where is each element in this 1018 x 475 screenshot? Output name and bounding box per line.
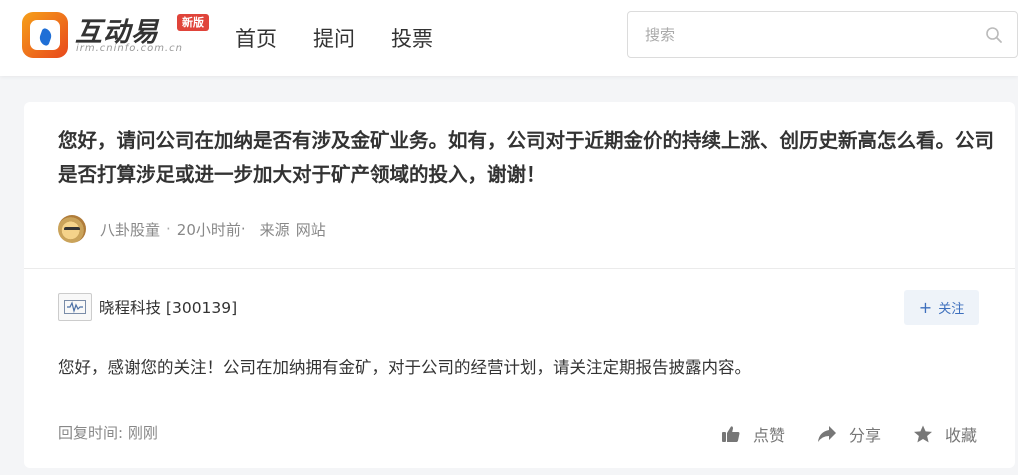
question-meta: 八卦股童 · 20小时前 · 来源 网站 — [58, 215, 326, 243]
follow-label: 关注 — [938, 302, 965, 317]
source-label: 来源 — [259, 220, 290, 239]
site-logo[interactable] — [22, 12, 68, 58]
answer-text: 您好，感谢您的关注！公司在加纳拥有金矿，对于公司的经营计划，请关注定期报告披露内… — [58, 358, 751, 377]
new-version-badge: 新版 — [177, 14, 209, 31]
company-info: 晓程科技 [300139] — [58, 293, 237, 321]
brand-domain: irm.cninfo.com.cn — [76, 43, 183, 54]
follow-button[interactable]: + 关注 — [904, 290, 979, 325]
share-button[interactable]: 分享 — [817, 422, 881, 446]
divider — [24, 268, 1015, 269]
search-input[interactable] — [645, 23, 945, 47]
company-logo-icon[interactable] — [58, 293, 92, 321]
post-time: 20小时前 — [176, 220, 241, 239]
waveform-icon — [64, 300, 86, 314]
thumbs-up-icon — [722, 426, 740, 442]
top-header: 互动易 irm.cninfo.com.cn 新版 首页 提问 投票 — [0, 0, 1018, 76]
reply-time-value: 刚刚 — [127, 424, 158, 442]
logo-mark — [37, 27, 54, 47]
search-box — [627, 11, 1018, 58]
share-label: 分享 — [849, 426, 882, 445]
search-icon[interactable] — [985, 26, 1003, 44]
qa-card: 您好，请问公司在加纳是否有涉及金矿业务。如有，公司对于近期金价的持续上涨、创历史… — [24, 102, 1015, 468]
like-button[interactable]: 点赞 — [721, 422, 785, 446]
question-text[interactable]: 您好，请问公司在加纳是否有涉及金矿业务。如有，公司对于近期金价的持续上涨、创历史… — [58, 124, 998, 192]
avatar-sunglasses — [64, 227, 80, 231]
like-label: 点赞 — [753, 426, 786, 445]
nav-home[interactable]: 首页 — [235, 23, 277, 53]
plus-icon: + — [918, 298, 933, 317]
share-arrow-icon — [818, 426, 836, 442]
company-name[interactable]: 晓程科技 [300139] — [99, 296, 237, 318]
source-value: 网站 — [295, 220, 326, 239]
post-time-suffix: · — [240, 220, 246, 238]
reply-time: 回复时间: 刚刚 — [58, 422, 158, 443]
nav-ask[interactable]: 提问 — [313, 23, 355, 53]
user-avatar[interactable] — [58, 215, 86, 243]
collect-button[interactable]: 收藏 — [913, 422, 977, 446]
meta-separator: · — [166, 220, 171, 238]
nav-vote[interactable]: 投票 — [391, 23, 433, 53]
reply-time-label: 回复时间: — [58, 424, 124, 442]
collect-label: 收藏 — [945, 426, 978, 445]
star-icon — [914, 425, 932, 443]
user-name[interactable]: 八卦股童 — [100, 219, 160, 240]
logo-inner — [30, 20, 60, 50]
